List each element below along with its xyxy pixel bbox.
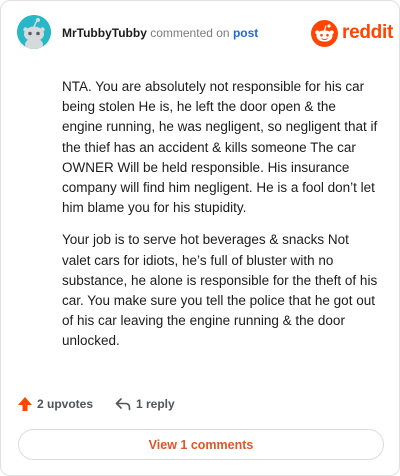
upvote-count: 2 upvotes — [37, 397, 94, 411]
comment-card: MrTubbyTubby commented on post reddit NT… — [0, 0, 400, 476]
comment-paragraph-1: NTA. You are absolutely not responsible … — [62, 79, 378, 216]
upvote-arrow-icon — [18, 397, 32, 411]
username-link[interactable]: MrTubbyTubby — [62, 26, 147, 40]
comment-header: MrTubbyTubby commented on post reddit — [17, 15, 393, 55]
comment-actions: 2 upvotes 1 reply — [17, 393, 377, 415]
comment-meta: MrTubbyTubby commented on post — [62, 26, 258, 40]
post-link[interactable]: post — [233, 26, 258, 40]
reply-button[interactable]: 1 reply — [115, 393, 175, 415]
avatar[interactable] — [17, 15, 51, 49]
reddit-wordmark: reddit — [342, 22, 393, 43]
reply-count: 1 reply — [136, 397, 175, 411]
commented-on-label: commented on — [150, 26, 230, 40]
reddit-logo-icon — [311, 20, 338, 47]
view-comments-button[interactable]: View 1 comments — [18, 429, 384, 460]
reply-arrow-icon — [115, 398, 131, 411]
comment-body: NTA. You are absolutely not responsible … — [62, 77, 380, 364]
upvote-button[interactable]: 2 upvotes — [17, 393, 93, 415]
snoo-avatar-icon — [17, 15, 51, 49]
comment-paragraph-2: Your job is to serve hot beverages & sna… — [62, 232, 378, 349]
reddit-brand[interactable]: reddit — [311, 20, 393, 48]
